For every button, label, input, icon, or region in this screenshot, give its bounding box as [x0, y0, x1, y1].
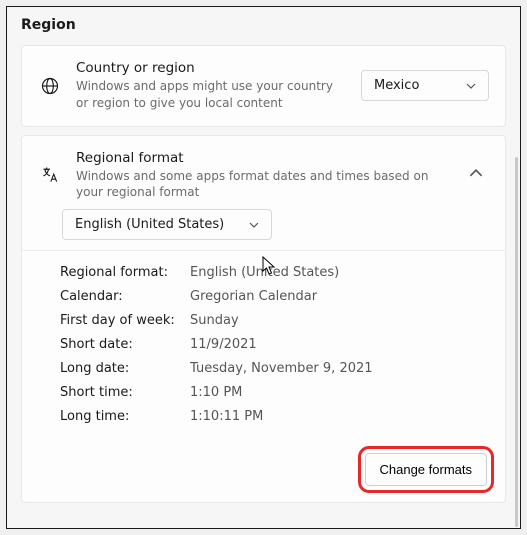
detail-value-long-time: 1:10:11 PM	[190, 409, 263, 424]
detail-value-calendar: Gregorian Calendar	[190, 289, 317, 304]
detail-label-calendar: Calendar:	[60, 289, 190, 304]
chevron-down-icon	[466, 83, 476, 89]
chevron-up-icon	[469, 166, 483, 180]
regional-format-value: English (United States)	[75, 217, 224, 232]
detail-label-long-date: Long date:	[60, 361, 190, 376]
detail-label-regional-format: Regional format:	[60, 265, 190, 280]
regional-format-title: Regional format	[76, 150, 455, 166]
chevron-down-icon	[249, 222, 259, 228]
regional-format-subtitle: Windows and some apps format dates and t…	[76, 168, 455, 202]
country-region-value: Mexico	[374, 78, 419, 93]
detail-value-regional-format: English (United States)	[190, 265, 339, 280]
country-region-card: Country or region Windows and apps might…	[21, 45, 506, 127]
detail-label-first-day: First day of week:	[60, 313, 190, 328]
detail-label-long-time: Long time:	[60, 409, 190, 424]
detail-value-first-day: Sunday	[190, 313, 239, 328]
regional-format-select[interactable]: English (United States)	[62, 209, 272, 240]
country-region-title: Country or region	[76, 60, 347, 76]
country-region-select[interactable]: Mexico	[361, 70, 489, 101]
collapse-toggle[interactable]	[469, 166, 489, 184]
regional-format-card: Regional format Windows and some apps fo…	[21, 135, 506, 504]
change-formats-button[interactable]: Change formats	[365, 453, 488, 486]
detail-label-short-time: Short time:	[60, 385, 190, 400]
page-title: Region	[21, 17, 506, 33]
language-icon	[38, 165, 62, 185]
scrollbar[interactable]	[515, 157, 518, 527]
detail-value-short-date: 11/9/2021	[190, 337, 257, 352]
format-details: Regional format: English (United States)…	[22, 250, 505, 443]
detail-label-short-date: Short date:	[60, 337, 190, 352]
detail-value-short-time: 1:10 PM	[190, 385, 242, 400]
country-region-subtitle: Windows and apps might use your country …	[76, 78, 347, 112]
globe-icon	[38, 76, 62, 96]
detail-value-long-date: Tuesday, November 9, 2021	[190, 361, 373, 376]
